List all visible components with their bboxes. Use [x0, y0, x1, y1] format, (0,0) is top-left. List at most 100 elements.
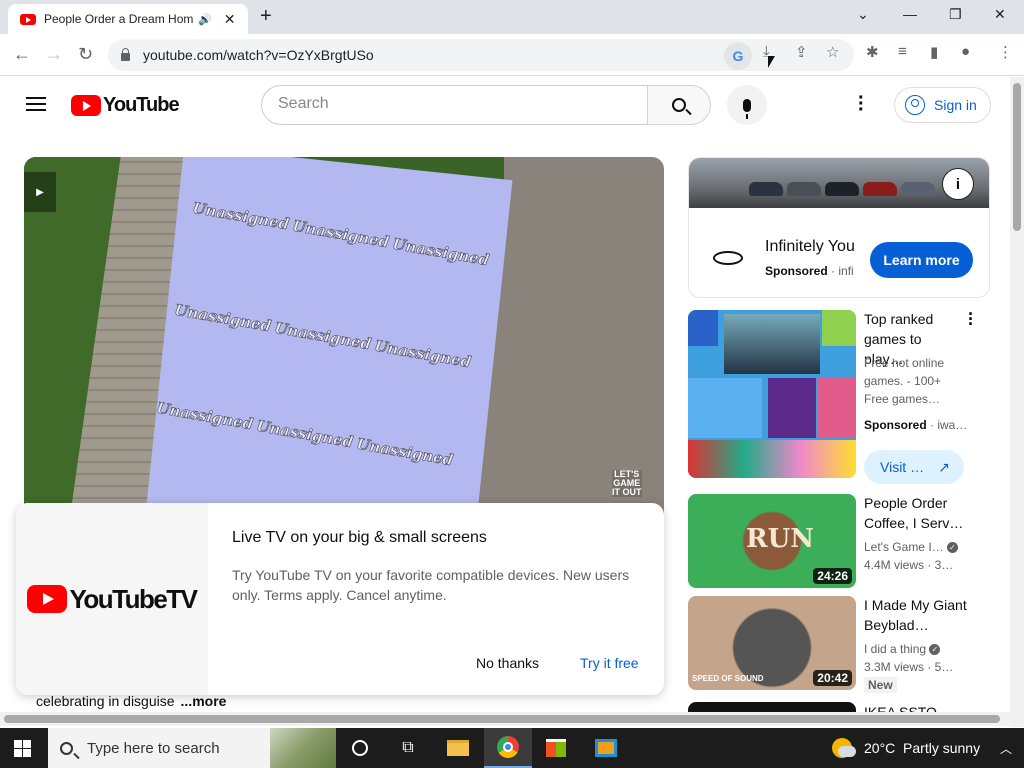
weather-text: 20°C Partly sunny	[864, 740, 981, 756]
cortana-icon[interactable]	[336, 728, 384, 768]
youtube-wordmark: YouTube	[103, 94, 180, 116]
tab-search-icon[interactable]: ⌄	[857, 6, 869, 23]
forward-icon[interactable]: →	[45, 44, 63, 65]
expand-arrow-icon[interactable]: ▶	[24, 172, 56, 212]
video-meta: 4.4M views · 3…	[864, 558, 954, 572]
taskbar-search[interactable]: Type here to search	[48, 728, 336, 768]
game-ad-sponsored-line: Sponsored · iwa…	[864, 418, 968, 432]
browser-toolbar: ← → ↻ youtube.com/watch?v=OzYxBrgtUSo ⤓ …	[0, 34, 1024, 76]
video-title[interactable]: IKEA SSTO	[864, 702, 976, 712]
video-player[interactable]: Unassigned Unassigned Unassigned Unassig…	[24, 157, 664, 517]
mouse-cursor	[768, 56, 775, 68]
browser-tab-strip: People Order a Dream Hom 🔊 ✕ + ⌄ — ❐ ✕	[0, 0, 1024, 34]
youtube-favicon-icon	[20, 13, 36, 25]
windows-start-icon[interactable]	[14, 740, 31, 757]
search-input[interactable]: Search	[261, 85, 648, 125]
sign-in-button[interactable]: Sign in	[894, 87, 991, 123]
youtube-header: YouTube Search · · · Sign in	[0, 77, 1010, 133]
new-badge: New	[864, 677, 897, 693]
sponsored-ad-card[interactable]: i Infinitely You Sponsored · infi Learn …	[688, 157, 990, 298]
file-explorer-icon[interactable]	[434, 728, 482, 768]
search-button[interactable]	[647, 85, 711, 125]
youtube-tv-promo: YouTubeTV Live TV on your big & small sc…	[16, 503, 664, 695]
game-ad-more-icon[interactable]: · · ·	[968, 305, 974, 333]
search-icon	[672, 98, 686, 112]
url-text[interactable]: youtube.com/watch?v=OzYxBrgtUSo	[143, 47, 374, 63]
advertiser-name: iwa…	[937, 418, 968, 432]
promo-title: Live TV on your big & small screens	[232, 529, 487, 546]
verified-icon: ✓	[929, 644, 941, 656]
chrome-taskbar-icon[interactable]	[484, 728, 532, 768]
youtube-logo[interactable]: YouTube	[71, 94, 180, 117]
search-highlight-image	[270, 728, 336, 768]
video-title[interactable]: I Made My Giant Beyblad…	[864, 595, 974, 635]
ad-name: Infinitely You	[765, 238, 855, 255]
restore-icon[interactable]: ❐	[949, 6, 962, 23]
minimize-icon[interactable]: —	[903, 6, 917, 22]
sponsored-label: Sponsored	[765, 264, 828, 278]
description-text: celebrating in disguise	[36, 693, 175, 709]
try-it-free-button[interactable]: Try it free	[568, 651, 651, 675]
account-icon	[905, 95, 925, 115]
menu-icon[interactable]	[26, 97, 46, 111]
video-channel[interactable]: I did a thing ✓	[864, 640, 941, 658]
visit-button[interactable]: Visit … ↗	[864, 450, 964, 484]
video-title[interactable]: People Order Coffee, I Serv…	[864, 493, 974, 533]
promo-logo-panel: YouTubeTV	[16, 503, 208, 695]
new-tab-button[interactable]: +	[260, 5, 272, 28]
thumbnail-text: SPEED OF SOUND	[692, 674, 764, 683]
advertiser-name: infi	[838, 264, 854, 278]
bookmark-star-icon[interactable]: ☆	[826, 43, 839, 61]
video-duration: 24:26	[813, 568, 852, 584]
close-window-icon[interactable]: ✕	[994, 6, 1006, 23]
task-view-icon[interactable]: ⧉	[384, 728, 432, 768]
microphone-icon	[743, 98, 751, 119]
system-tray-chevron-icon[interactable]: ︿	[1000, 740, 1012, 757]
video-thumbnail[interactable]	[688, 702, 856, 712]
video-thumbnail[interactable]: RUN 24:26	[688, 494, 856, 588]
thumbnail-text: RUN	[746, 524, 815, 554]
remote-desktop-icon[interactable]	[582, 728, 630, 768]
windows-taskbar: Type here to search ⧉ 20°C Partly sunny …	[0, 728, 1024, 768]
video-duration: 20:42	[813, 670, 852, 686]
extensions-icon[interactable]: ✱	[866, 43, 879, 61]
learn-more-button[interactable]: Learn more	[870, 242, 973, 278]
settings-more-icon[interactable]: · · ·	[858, 88, 865, 120]
game-ad-description: Free hot online games. - 100+ Free games…	[864, 356, 945, 406]
media-controls-icon[interactable]: ≡	[898, 43, 907, 60]
video-channel[interactable]: Let's Game I… ✓	[864, 538, 958, 556]
verified-icon: ✓	[947, 542, 958, 554]
taskbar-search-placeholder: Type here to search	[87, 739, 220, 757]
visit-label: Visit …	[880, 459, 925, 475]
voice-search-button[interactable]	[727, 85, 767, 125]
horizontal-scrollbar-thumb[interactable]	[4, 715, 1000, 723]
google-lens-icon[interactable]: G	[724, 42, 752, 70]
youtube-play-icon	[71, 95, 101, 116]
no-thanks-button[interactable]: No thanks	[464, 651, 551, 675]
weather-widget[interactable]: 20°C Partly sunny	[832, 728, 980, 768]
youtube-tv-play-icon	[27, 585, 68, 613]
close-tab-icon[interactable]: ✕	[224, 11, 236, 28]
microsoft-store-icon[interactable]	[532, 728, 580, 768]
audio-playing-icon[interactable]: 🔊	[198, 13, 212, 26]
description-snippet[interactable]: celebrating in disguise ...more	[36, 693, 226, 709]
browser-tab[interactable]: People Order a Dream Hom 🔊 ✕	[8, 4, 248, 34]
video-meta: 3.3M views · 5…	[864, 660, 954, 674]
profile-icon[interactable]: ●	[961, 43, 970, 60]
back-icon[interactable]: ←	[13, 44, 31, 65]
vertical-scrollbar-thumb[interactable]	[1013, 83, 1021, 231]
reload-icon[interactable]: ↻	[78, 44, 93, 65]
channel-watermark[interactable]: LET'S GAME IT OUT	[612, 470, 642, 497]
youtube-tv-logo: YouTubeTV	[27, 584, 198, 615]
lock-icon[interactable]	[121, 48, 130, 61]
tab-title: People Order a Dream Hom	[44, 12, 194, 26]
ad-info-icon[interactable]: i	[942, 168, 974, 200]
ad-sponsored-line: Sponsored · infi	[765, 264, 854, 278]
chrome-menu-icon[interactable]: ⋮	[998, 43, 1013, 61]
more-link[interactable]: ...more	[181, 693, 227, 709]
side-panel-icon[interactable]: ▮	[930, 43, 938, 61]
share-icon[interactable]: ⇪	[795, 43, 808, 61]
search-icon	[60, 741, 73, 755]
video-thumbnail[interactable]: SPEED OF SOUND 20:42	[688, 596, 856, 690]
game-ad-thumbnail[interactable]	[688, 310, 856, 478]
